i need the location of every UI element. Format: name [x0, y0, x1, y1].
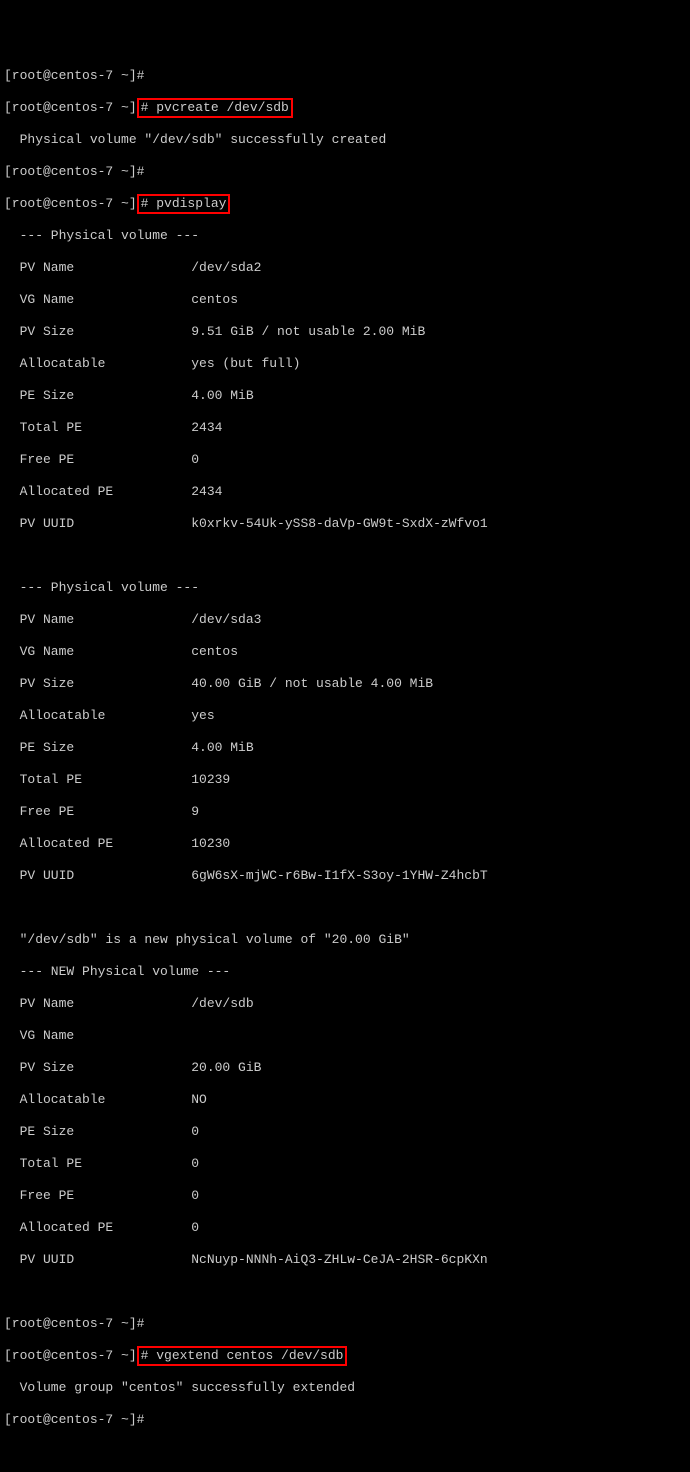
pv1-size: PV Size 9.51 GiB / not usable 2.00 MiB [4, 324, 686, 340]
pv1-allocpe: Allocated PE 2434 [4, 484, 686, 500]
prompt-prefix: [root@centos-7 ~] [4, 100, 137, 115]
pv2-vgname: VG Name centos [4, 644, 686, 660]
pv3-vgname: VG Name [4, 1028, 686, 1044]
pv3-freepe: Free PE 0 [4, 1188, 686, 1204]
pv3-newmsg: "/dev/sdb" is a new physical volume of "… [4, 932, 686, 948]
prompt-line: [root@centos-7 ~]# [4, 68, 686, 84]
command-line-pvcreate[interactable]: [root@centos-7 ~]# pvcreate /dev/sdb [4, 100, 686, 116]
pv3-allocpe: Allocated PE 0 [4, 1220, 686, 1236]
pv1-freepe: Free PE 0 [4, 452, 686, 468]
highlight-vgextend: # vgextend centos /dev/sdb [137, 1346, 348, 1366]
highlight-pvcreate: # pvcreate /dev/sdb [137, 98, 293, 118]
blank-line [4, 548, 686, 564]
highlight-pvdisplay: # pvdisplay [137, 194, 231, 214]
pv2-alloc: Allocatable yes [4, 708, 686, 724]
pv1-name: PV Name /dev/sda2 [4, 260, 686, 276]
pv1-header: --- Physical volume --- [4, 228, 686, 244]
blank-line [4, 900, 686, 916]
pv2-header: --- Physical volume --- [4, 580, 686, 596]
pv3-pesize: PE Size 0 [4, 1124, 686, 1140]
blank-line [4, 1284, 686, 1300]
pv3-name: PV Name /dev/sdb [4, 996, 686, 1012]
pv3-uuid: PV UUID NcNuyp-NNNh-AiQ3-ZHLw-CeJA-2HSR-… [4, 1252, 686, 1268]
pv3-header: --- NEW Physical volume --- [4, 964, 686, 980]
pv3-size: PV Size 20.00 GiB [4, 1060, 686, 1076]
pv2-freepe: Free PE 9 [4, 804, 686, 820]
pv1-totalpe: Total PE 2434 [4, 420, 686, 436]
output-pvcreate: Physical volume "/dev/sdb" successfully … [4, 132, 686, 148]
command-line-pvdisplay[interactable]: [root@centos-7 ~]# pvdisplay [4, 196, 686, 212]
pv2-pesize: PE Size 4.00 MiB [4, 740, 686, 756]
pv2-uuid: PV UUID 6gW6sX-mjWC-r6Bw-I1fX-S3oy-1YHW-… [4, 868, 686, 884]
prompt-line: [root@centos-7 ~]# [4, 1316, 686, 1332]
pv1-uuid: PV UUID k0xrkv-54Uk-ySS8-daVp-GW9t-SxdX-… [4, 516, 686, 532]
output-vgextend: Volume group "centos" successfully exten… [4, 1380, 686, 1396]
pv2-size: PV Size 40.00 GiB / not usable 4.00 MiB [4, 676, 686, 692]
pv1-pesize: PE Size 4.00 MiB [4, 388, 686, 404]
pv2-totalpe: Total PE 10239 [4, 772, 686, 788]
pv3-alloc: Allocatable NO [4, 1092, 686, 1108]
prompt-prefix: [root@centos-7 ~] [4, 1348, 137, 1363]
pv2-name: PV Name /dev/sda3 [4, 612, 686, 628]
pv2-allocpe: Allocated PE 10230 [4, 836, 686, 852]
prompt-line: [root@centos-7 ~]# [4, 164, 686, 180]
pv1-alloc: Allocatable yes (but full) [4, 356, 686, 372]
command-line-vgextend[interactable]: [root@centos-7 ~]# vgextend centos /dev/… [4, 1348, 686, 1364]
pv1-vgname: VG Name centos [4, 292, 686, 308]
pv3-totalpe: Total PE 0 [4, 1156, 686, 1172]
prompt-line: [root@centos-7 ~]# [4, 1412, 686, 1428]
prompt-prefix: [root@centos-7 ~] [4, 196, 137, 211]
